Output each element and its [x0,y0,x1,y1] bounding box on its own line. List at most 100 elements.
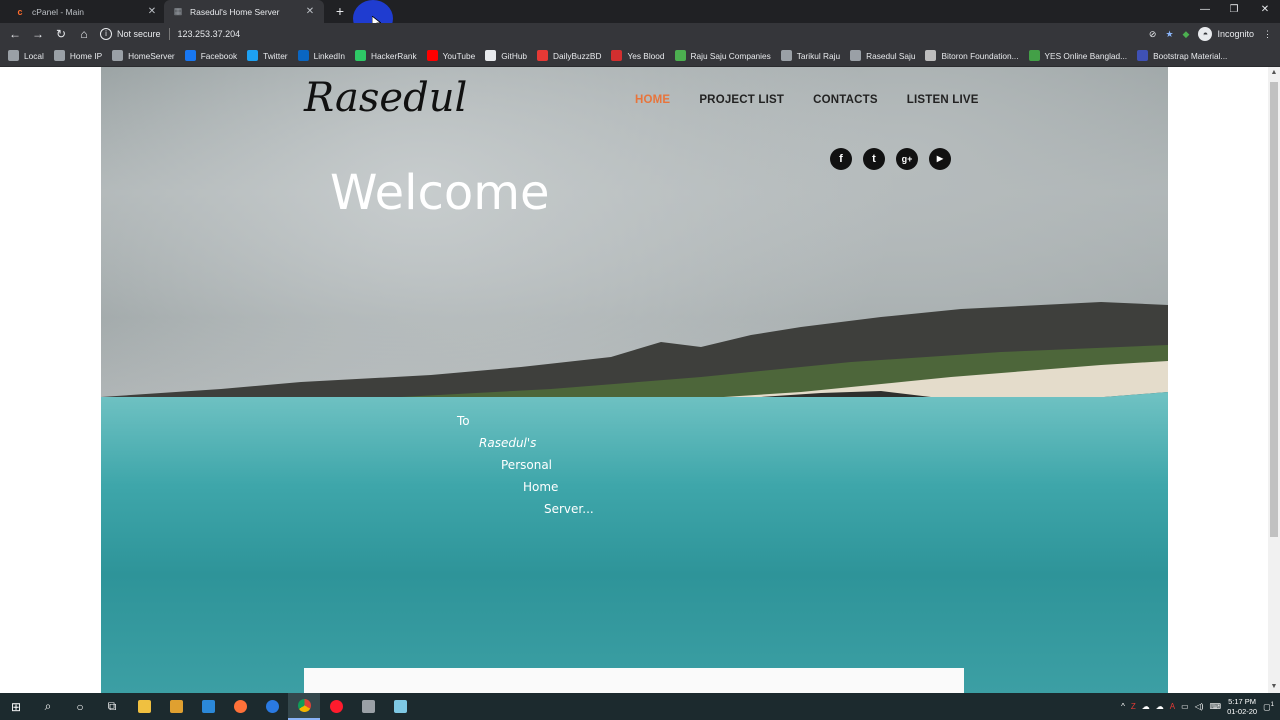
address-bar[interactable]: i Not secure 123.253.37.204 [92,24,1167,44]
tab-title: Rasedul's Home Server [190,6,280,17]
nav-listen-live[interactable]: LISTEN LIVE [907,94,979,106]
onedrive-icon[interactable]: ☁ [1156,702,1164,711]
server-icon [112,50,124,61]
media-player-icon[interactable] [160,693,192,720]
menu-icon[interactable]: ⋮ [1263,29,1272,40]
bookmark-star-icon[interactable]: ★ [1165,29,1173,40]
bookmark-item[interactable]: Yes Blood [611,50,665,61]
bookmark-label: Raju Saju Companies [690,50,771,61]
mdb-icon [1137,50,1149,61]
notepad-icon[interactable] [384,693,416,720]
cortana-icon[interactable]: ○ [64,693,96,720]
bookmark-item[interactable]: Rasedul Saju [850,50,915,61]
bookmark-item[interactable]: HomeServer [112,50,175,61]
bookmark-item[interactable]: GitHub [485,50,527,61]
subtitle-word: Home [523,480,559,494]
youtube-icon[interactable]: ▶ [929,148,951,170]
reload-button[interactable]: ↻ [51,24,71,44]
scroll-up-icon[interactable]: ▲ [1268,67,1280,79]
nav-contacts[interactable]: CONTACTS [813,94,878,106]
chevron-up-icon[interactable]: ^ [1121,702,1125,711]
restore-button[interactable]: ❐ [1219,0,1249,23]
bookmark-item[interactable]: Home IP [53,50,102,61]
filezilla-icon[interactable]: Z [1131,702,1136,711]
bookmark-item[interactable]: Raju Saju Companies [674,50,771,61]
bookmark-item[interactable]: DailyBuzzBD [537,50,601,61]
firefox-icon[interactable] [224,693,256,720]
incognito-badge[interactable]: ◓ Incognito [1198,27,1254,41]
bookmark-label: YouTube [442,50,476,61]
bookmark-item[interactable]: Tarikul Raju [780,50,840,61]
close-icon[interactable]: ✕ [146,6,158,17]
tab-home-server[interactable]: ▦ Rasedul's Home Server ✕ [164,0,324,23]
clock-time: 5:17 PM [1228,696,1257,706]
new-tab-button[interactable]: + [332,3,348,19]
opera-icon[interactable] [320,693,352,720]
incognito-label: Incognito [1217,29,1254,39]
chrome-icon[interactable] [288,693,320,720]
page-scrollbar[interactable]: ▲ ▼ [1268,67,1280,693]
scroll-down-icon[interactable]: ▼ [1268,681,1280,693]
subtitle-word: Rasedul's [479,436,537,450]
facebook-icon[interactable]: f [830,148,852,170]
bookmark-item[interactable]: Local [8,50,44,61]
extension-icon[interactable]: ◆ [1183,29,1190,40]
bookmark-label: Twitter [263,50,288,61]
site-nav: HOME PROJECT LIST CONTACTS LISTEN LIVE [635,94,979,106]
close-icon[interactable]: ✕ [304,6,316,17]
bookmark-label: GitHub [501,50,528,61]
bookmark-item[interactable]: Bootstrap Material... [1137,50,1227,61]
firefox-developer-icon[interactable] [256,693,288,720]
cloud-icon[interactable]: ☁ [1142,702,1150,711]
keyboard-icon[interactable]: ⌨ [1210,702,1222,711]
task-view-icon[interactable]: ⧉ [96,693,128,720]
google-plus-icon[interactable]: g+ [896,148,918,170]
tracking-blocked-icon[interactable]: ⊘ [1149,29,1157,40]
info-icon[interactable]: i [100,28,112,40]
github-icon [485,50,497,61]
tab-cpanel[interactable]: c cPanel - Main ✕ [6,0,166,23]
file-explorer-icon[interactable] [128,693,160,720]
back-button[interactable]: ← [5,24,25,44]
notification-icon[interactable]: ▢1 [1263,702,1274,712]
social-links: f t g+ ▶ [830,148,951,170]
clock-date: 01-02-20 [1227,706,1258,716]
twitter-icon[interactable]: t [863,148,885,170]
site-logo[interactable]: Rasedul [304,75,467,121]
page-icon [925,50,937,61]
profile-icon [780,50,792,61]
sea-background [101,397,1168,693]
bookmark-item[interactable]: Twitter [247,50,288,61]
bookmark-item[interactable]: Bitoron Foundation... [925,50,1019,61]
bookmark-item[interactable]: LinkedIn [297,50,345,61]
home-button[interactable]: ⌂ [74,24,94,44]
network-icon[interactable]: ▭ [1181,702,1189,711]
nav-project-list[interactable]: PROJECT LIST [699,94,784,106]
bookmark-item[interactable]: HackerRank [354,50,417,61]
bookmark-item[interactable]: YouTube [426,50,476,61]
minimize-button[interactable]: — [1190,0,1220,23]
volume-icon[interactable]: ◁) [1195,702,1204,711]
url-text: 123.253.37.204 [177,29,241,39]
windows-start-icon[interactable]: ⊞ [0,693,32,720]
app-icon[interactable] [352,693,384,720]
acrobat-icon[interactable]: A [1170,702,1175,711]
nav-home[interactable]: HOME [635,94,670,106]
linkedin-icon [297,50,309,61]
search-icon[interactable]: ⌕ [32,693,64,720]
store-icon[interactable] [192,693,224,720]
bookmark-label: Local [24,50,44,61]
toolbar-right: ⊘ ★ ◆ ◓ Incognito ⋮ [1149,23,1272,45]
bookmark-item[interactable]: Facebook [184,50,237,61]
bookmark-item[interactable]: YES Online Banglad... [1028,50,1128,61]
divider [168,28,170,40]
clock[interactable]: 5:17 PM 01-02-20 [1227,697,1257,717]
bookmark-label: LinkedIn [313,50,345,61]
scroll-thumb[interactable] [1270,82,1278,537]
close-window-button[interactable]: ✕ [1250,0,1280,23]
hero-section: Rasedul HOME PROJECT LIST CONTACTS LISTE… [101,67,1168,693]
bookmark-label: YES Online Banglad... [1044,50,1128,61]
cpanel-icon: c [17,6,23,17]
incognito-icon: ◓ [1198,27,1213,41]
forward-button[interactable]: → [28,24,48,44]
